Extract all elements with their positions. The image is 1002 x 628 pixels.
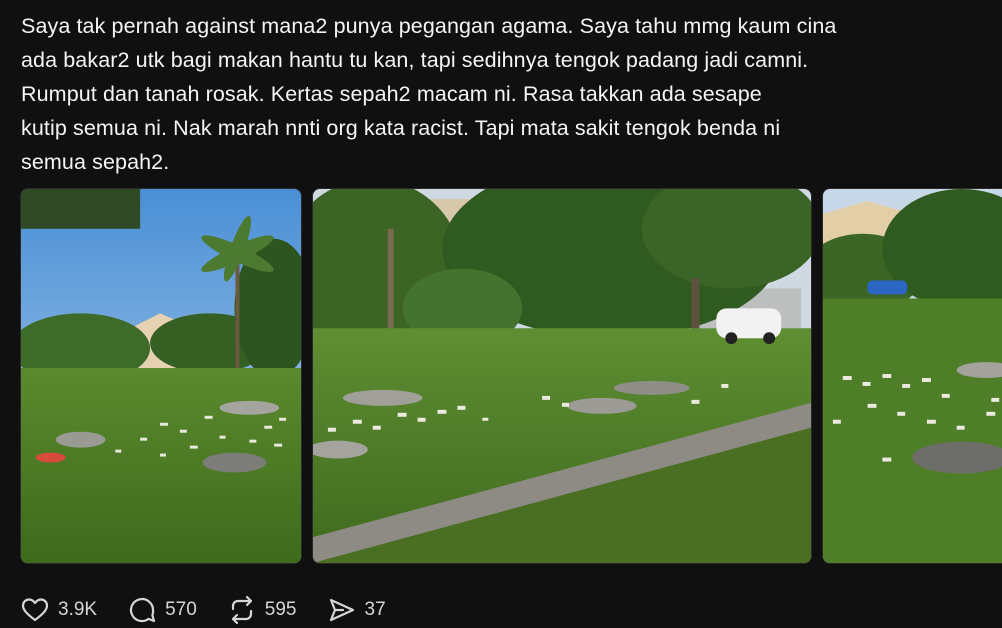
comment-icon (130, 597, 156, 623)
action-bar: 3.9K 570 595 37 (20, 594, 416, 626)
photo-2[interactable] (312, 188, 812, 564)
heart-icon (21, 598, 49, 622)
share-button[interactable]: 37 (327, 595, 386, 625)
repost-button[interactable]: 595 (227, 595, 297, 625)
photo-gallery[interactable] (20, 188, 1002, 564)
send-icon (329, 598, 354, 622)
photo-1-image (21, 189, 301, 563)
photo-1[interactable] (20, 188, 302, 564)
repost-count: 595 (264, 599, 297, 620)
photo-3-image (823, 189, 1002, 563)
like-count: 3.9K (58, 599, 98, 620)
like-button[interactable]: 3.9K (20, 595, 97, 625)
post-text: Saya tak pernah against mana2 punya pega… (21, 14, 837, 174)
reply-button[interactable]: 570 (127, 595, 197, 625)
repost-icon (231, 595, 252, 625)
photo-2-image (313, 189, 811, 563)
reply-count: 570 (165, 599, 197, 620)
share-count: 37 (364, 599, 386, 620)
photo-3[interactable] (822, 188, 1002, 564)
